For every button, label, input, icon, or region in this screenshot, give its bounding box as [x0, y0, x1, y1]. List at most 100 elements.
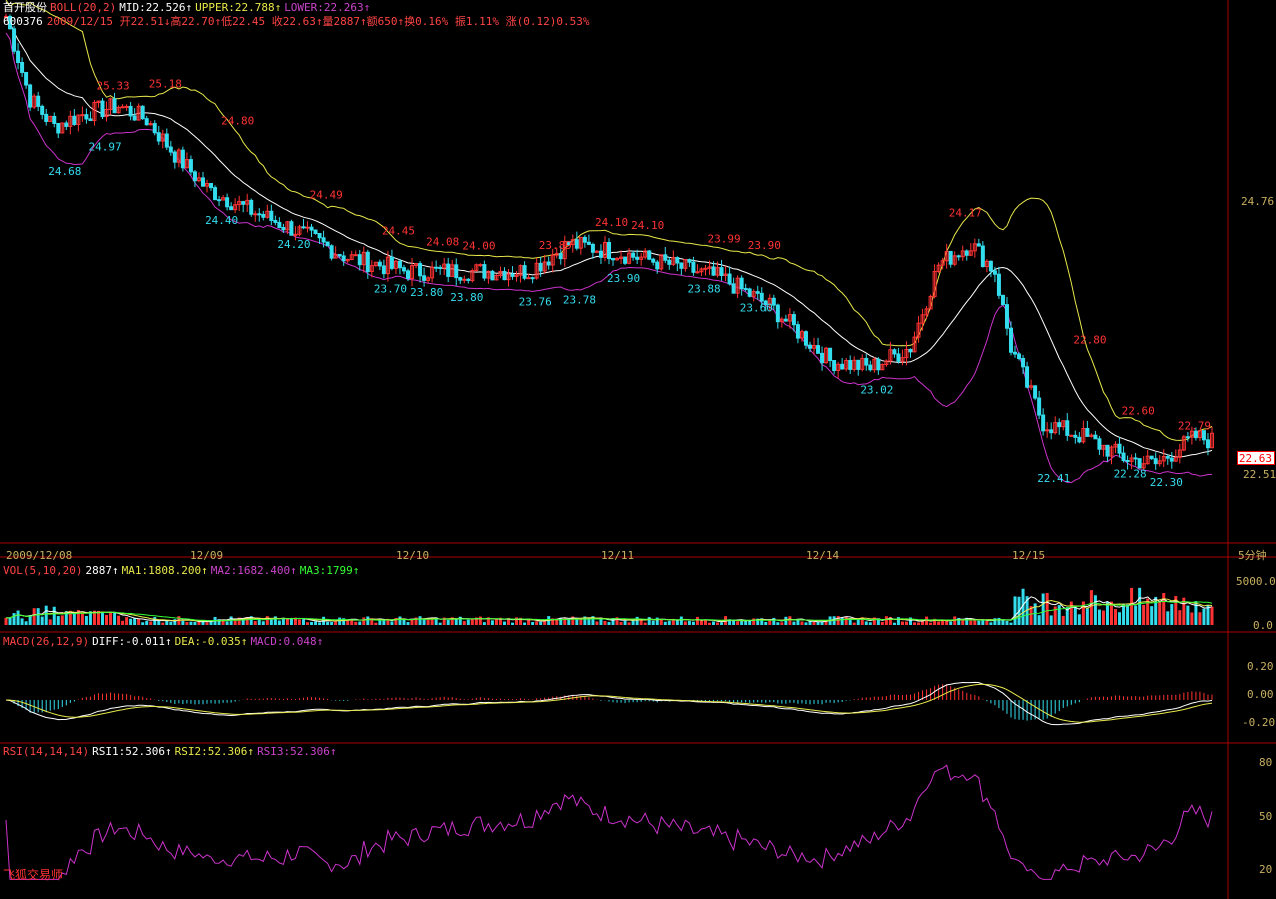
price-label-21: 23.99 — [708, 232, 741, 245]
volume-bar-168 — [679, 616, 683, 625]
candle-body-10 — [44, 113, 49, 122]
volume-bar-147 — [595, 621, 599, 625]
volume-bar-272 — [1097, 609, 1101, 625]
candle-body-157 — [635, 256, 640, 260]
candle-body-84 — [341, 255, 346, 262]
volume-bar-238 — [961, 619, 965, 625]
volume-bar-234 — [945, 620, 949, 625]
volume-bar-77 — [314, 621, 318, 625]
volume-bar-218 — [880, 622, 884, 625]
candle-body-150 — [607, 241, 611, 260]
candle-body-239 — [964, 250, 969, 256]
volume-bar-241 — [973, 620, 977, 625]
volume-bar-282 — [1138, 587, 1142, 625]
volume-bar-142 — [575, 619, 579, 625]
candle-body-9 — [40, 105, 45, 115]
volume-bar-36 — [149, 621, 153, 625]
rsi-tick-0: 80 — [1259, 756, 1273, 769]
volume-bar-249 — [1005, 620, 1009, 625]
volume-bar-100 — [406, 622, 410, 625]
price-label-28: 22.80 — [1073, 333, 1106, 346]
candle-body-63 — [257, 213, 262, 216]
volume-bar-131 — [531, 621, 535, 625]
candle-body-252 — [1017, 353, 1022, 360]
price-label-11: 24.00 — [462, 240, 495, 253]
volume-bar-65 — [265, 616, 269, 625]
candle-body-145 — [586, 241, 591, 245]
candle-body-75 — [305, 226, 310, 229]
volume-bar-20 — [84, 615, 88, 625]
volume-bar-88 — [358, 621, 362, 625]
vol-current: 2887↑ — [85, 564, 119, 577]
rsi-1: RSI1:52.306↑ — [92, 745, 172, 758]
volume-bar-155 — [627, 622, 631, 625]
candle-body-126 — [510, 273, 515, 277]
stock-chart: .8825.3325.1824.9724.6824.8024.4024.4924… — [0, 0, 1276, 899]
volume-bar-222 — [896, 617, 900, 625]
volume-bar-267 — [1077, 614, 1081, 625]
volume-bar-150 — [607, 622, 611, 625]
candle-body-87 — [353, 254, 358, 257]
candle-body-20 — [84, 114, 89, 120]
volume-bar-247 — [997, 617, 1001, 625]
candle-body-51 — [209, 183, 214, 189]
volume-bar-8 — [36, 608, 40, 625]
candle-body-286 — [1153, 458, 1158, 465]
volume-bar-114 — [462, 621, 466, 625]
candle-body-72 — [293, 233, 298, 236]
price-label-27: 22.41 — [1037, 472, 1070, 485]
candle-body-83 — [337, 253, 342, 257]
vol-ma3: MA3:1799↑ — [299, 564, 360, 577]
price-label-6: 24.40 — [205, 214, 238, 227]
volume-bar-154 — [623, 620, 627, 625]
candle-body-35 — [144, 118, 149, 126]
price-label-5: 24.80 — [221, 114, 254, 127]
volume-bar-119 — [482, 622, 486, 625]
candle-body-242 — [976, 243, 981, 247]
volume-bar-244 — [985, 620, 989, 625]
candle-body-129 — [522, 265, 527, 279]
volume-bar-185 — [748, 620, 752, 625]
candle-body-260 — [1049, 429, 1054, 434]
volume-bar-27 — [113, 611, 117, 625]
volume-bar-73 — [297, 619, 301, 625]
volume-bar-292 — [1178, 610, 1182, 625]
candle-body-221 — [892, 349, 897, 355]
price-label-12: 23.70 — [374, 282, 407, 295]
vol-tick-1: 0.0 — [1253, 619, 1273, 632]
candle-body-30 — [124, 105, 129, 108]
volume-bar-194 — [784, 616, 788, 625]
candle-body-250 — [1008, 327, 1013, 353]
price-label-9: 24.45 — [382, 224, 415, 237]
volume-bar-258 — [1041, 593, 1045, 625]
candle-body-124 — [502, 270, 507, 281]
volume-bar-227 — [917, 622, 921, 625]
volume-bar-70 — [285, 618, 289, 625]
price-label-22: 23.90 — [748, 239, 781, 252]
volume-bar-78 — [318, 622, 322, 625]
volume-bar-96 — [390, 621, 394, 625]
boll-lower: LOWER:22.263↑ — [284, 1, 371, 14]
volume-bar-82 — [334, 621, 338, 625]
candle-body-34 — [140, 105, 145, 120]
candle-body-119 — [482, 264, 487, 279]
volume-bar-260 — [1049, 615, 1053, 625]
volume-bar-164 — [663, 621, 667, 625]
volume-bar-83 — [338, 617, 342, 625]
volume-bar-41 — [169, 621, 173, 625]
candle-body-178 — [719, 267, 724, 276]
volume-bar-101 — [410, 619, 414, 625]
volume-bar-174 — [703, 620, 707, 625]
candle-body-44 — [180, 149, 185, 169]
volume-bar-270 — [1089, 590, 1093, 625]
candle-body-156 — [631, 252, 636, 258]
candle-body-69 — [281, 227, 286, 231]
volume-bar-251 — [1013, 596, 1017, 625]
candle-body-249 — [1004, 304, 1009, 329]
macd-diff: DIFF:-0.011↑ — [92, 635, 172, 648]
price-label-2: 25.18 — [149, 77, 182, 90]
volume-bar-281 — [1134, 605, 1138, 625]
candle-body-247 — [996, 273, 1001, 296]
candle-body-114 — [462, 278, 467, 281]
volume-bar-195 — [788, 616, 792, 625]
